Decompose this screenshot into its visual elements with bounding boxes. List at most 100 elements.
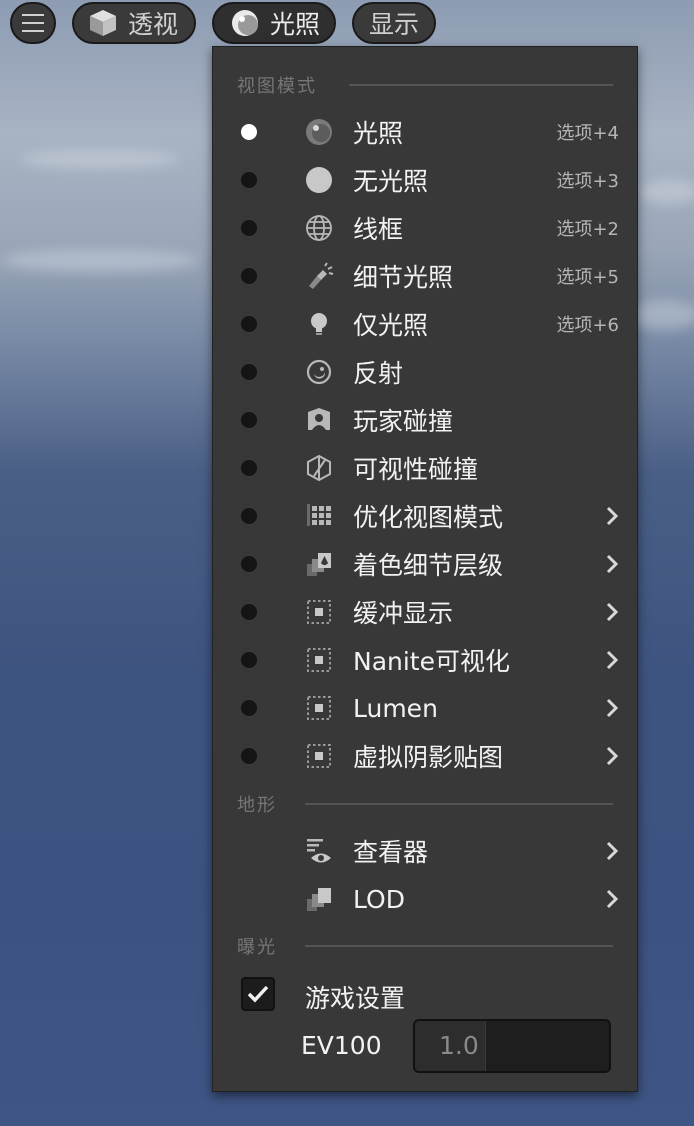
shortcut-label: 选项+3 (556, 171, 619, 192)
menu-item-label: 细节光照 (353, 263, 454, 292)
optimization-grid-icon (304, 501, 334, 531)
menu-item-label: 光照 (353, 119, 404, 148)
sky-cloud (0, 250, 200, 272)
menu-item-optimization-viewmodes[interactable]: 优化视图模式 (213, 494, 637, 538)
chevron-right-icon (606, 841, 619, 861)
sky-cloud (640, 180, 694, 204)
sky-cloud (20, 150, 180, 168)
menu-item-player-collision[interactable]: 玩家碰撞 (213, 398, 637, 442)
radio-unselected (241, 316, 257, 332)
section-header-view-mode: 视图模式 (237, 76, 317, 97)
chevron-right-icon (606, 602, 619, 622)
menu-item-label: Nanite可视化 (353, 647, 510, 676)
menu-item-label: 无光照 (353, 167, 429, 196)
hamburger-icon (22, 14, 44, 32)
ev100-spinbox[interactable]: 1.0 (413, 1019, 611, 1073)
radio-unselected (241, 508, 257, 524)
visibility-collision-icon (304, 453, 334, 483)
radio-unselected (241, 748, 257, 764)
menu-item-lit[interactable]: 光照 选项+4 (213, 110, 637, 154)
game-settings-checkbox[interactable] (241, 977, 275, 1011)
radio-unselected (241, 412, 257, 428)
menu-item-landscape-viewer[interactable]: 查看器 (213, 829, 637, 873)
menu-item-label: 缓冲显示 (353, 599, 454, 628)
radio-unselected (241, 220, 257, 236)
game-settings-label: 游戏设置 (305, 984, 406, 1013)
menu-item-label: 玩家碰撞 (353, 407, 454, 436)
show-button[interactable]: 显示 (352, 2, 436, 44)
menu-item-wireframe[interactable]: 线框 选项+2 (213, 206, 637, 250)
menu-item-label: 仅光照 (353, 311, 429, 340)
lod-icon (304, 884, 334, 914)
menu-item-label: 优化视图模式 (353, 503, 504, 532)
menu-item-shading-lod[interactable]: 着色细节层级 (213, 542, 637, 586)
menu-item-label: 虚拟阴影贴图 (353, 743, 504, 772)
menu-item-virtual-shadow-map[interactable]: 虚拟阴影贴图 (213, 734, 637, 778)
lit-sphere-icon (232, 10, 258, 36)
radio-selected (241, 124, 257, 140)
player-collision-icon (304, 405, 334, 435)
radio-unselected (241, 604, 257, 620)
lighting-mode-button[interactable]: 光照 (212, 2, 336, 44)
hamburger-menu-button[interactable] (10, 2, 56, 44)
chevron-right-icon (606, 650, 619, 670)
lit-sphere-icon (304, 117, 334, 147)
menu-item-label: 着色细节层级 (353, 551, 504, 580)
menu-item-label: 查看器 (353, 838, 429, 867)
cube-icon (90, 10, 116, 36)
chevron-right-icon (606, 698, 619, 718)
menu-item-buffer-visualization[interactable]: 缓冲显示 (213, 590, 637, 634)
wireframe-globe-icon (304, 213, 334, 243)
lightbulb-icon (304, 309, 334, 339)
menu-item-landscape-lod[interactable]: LOD (213, 877, 637, 921)
lighting-label: 光照 (270, 10, 321, 39)
chevron-right-icon (606, 889, 619, 909)
menu-item-label: 反射 (353, 359, 404, 388)
section-divider (349, 84, 613, 86)
menu-item-label: LOD (353, 884, 405, 914)
shortcut-label: 选项+6 (556, 315, 619, 336)
radio-unselected (241, 700, 257, 716)
menu-item-detail-lighting[interactable]: 细节光照 选项+5 (213, 254, 637, 298)
section-header-exposure: 曝光 (237, 937, 277, 958)
lumen-visualization-icon (304, 693, 334, 723)
sky-cloud (630, 300, 694, 330)
shading-lod-icon (304, 549, 334, 579)
viewer-eye-icon (304, 836, 334, 866)
show-label: 显示 (368, 10, 419, 39)
view-mode-dropdown: 视图模式 光照 选项+4 无光照 选项+3 线框 选项+2 细节光照 选项+5 (212, 46, 638, 1092)
checkmark-icon (247, 985, 269, 1003)
radio-unselected (241, 268, 257, 284)
buffer-visualization-icon (304, 597, 334, 627)
menu-item-lighting-only[interactable]: 仅光照 选项+6 (213, 302, 637, 346)
radio-unselected (241, 364, 257, 380)
perspective-label: 透视 (128, 10, 179, 39)
perspective-button[interactable]: 透视 (72, 2, 196, 44)
shortcut-label: 选项+5 (556, 267, 619, 288)
chevron-right-icon (606, 746, 619, 766)
menu-item-lumen[interactable]: Lumen (213, 686, 637, 730)
virtual-shadow-map-icon (304, 741, 334, 771)
nanite-visualization-icon (304, 645, 334, 675)
radio-unselected (241, 652, 257, 668)
radio-unselected (241, 172, 257, 188)
menu-item-visibility-collision[interactable]: 可视性碰撞 (213, 446, 637, 490)
unlit-sphere-icon (304, 165, 334, 195)
shortcut-label: 选项+2 (556, 219, 619, 240)
menu-item-label: 线框 (353, 215, 404, 244)
radio-unselected (241, 460, 257, 476)
shortcut-label: 选项+4 (556, 123, 619, 144)
menu-item-label: 可视性碰撞 (353, 455, 479, 484)
menu-item-unlit[interactable]: 无光照 选项+3 (213, 158, 637, 202)
menu-item-reflections[interactable]: 反射 (213, 350, 637, 394)
radio-unselected (241, 556, 257, 572)
section-divider (305, 945, 613, 947)
menu-item-nanite-visualization[interactable]: Nanite可视化 (213, 638, 637, 682)
chevron-right-icon (606, 554, 619, 574)
reflection-icon (304, 357, 334, 387)
section-divider (305, 803, 613, 805)
ev100-value: 1.0 (439, 1031, 479, 1060)
section-header-landscape: 地形 (237, 795, 277, 816)
detail-lighting-icon (304, 261, 334, 291)
ev100-label: EV100 (301, 1031, 382, 1060)
